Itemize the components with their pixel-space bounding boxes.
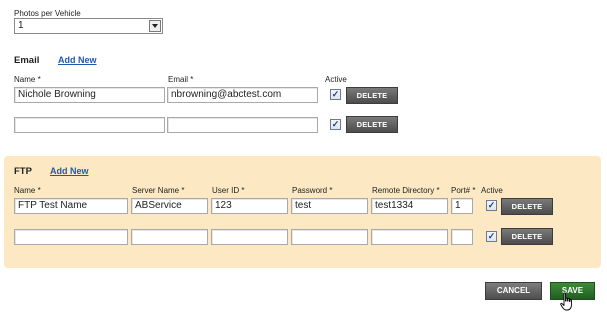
- email-active-checkbox[interactable]: ✓: [330, 119, 341, 130]
- email-address-field[interactable]: [167, 117, 318, 133]
- ftp-remote-field[interactable]: [371, 229, 448, 245]
- cancel-button[interactable]: CANCEL: [485, 282, 542, 300]
- ftp-password-field[interactable]: test: [291, 198, 368, 214]
- email-active-header: Active: [325, 75, 347, 84]
- ftp-delete-button[interactable]: DELETE: [501, 228, 553, 245]
- ftp-active-header: Active: [481, 186, 503, 195]
- chevron-down-icon[interactable]: [149, 20, 161, 32]
- checkmark-icon: ✓: [331, 119, 340, 129]
- ftp-name-header: Name *: [14, 186, 41, 195]
- ftp-add-new-link[interactable]: Add New: [50, 166, 89, 176]
- email-name-field[interactable]: [14, 117, 165, 133]
- ftp-server-header: Server Name *: [132, 186, 185, 195]
- checkmark-icon: ✓: [487, 231, 496, 241]
- checkmark-icon: ✓: [487, 200, 496, 210]
- email-delete-button[interactable]: DELETE: [346, 116, 398, 133]
- ftp-password-field[interactable]: [291, 229, 368, 245]
- ftp-active-checkbox[interactable]: ✓: [486, 231, 497, 242]
- ftp-delete-button[interactable]: DELETE: [501, 198, 553, 215]
- checkmark-icon: ✓: [331, 89, 340, 99]
- photos-per-vehicle-select[interactable]: 1: [14, 18, 163, 34]
- email-active-checkbox[interactable]: ✓: [330, 89, 341, 100]
- ftp-port-field[interactable]: 1: [451, 198, 473, 214]
- email-name-field[interactable]: Nichole Browning: [14, 87, 165, 103]
- email-delete-button[interactable]: DELETE: [346, 87, 398, 104]
- ftp-user-field[interactable]: 123: [211, 198, 288, 214]
- email-address-field[interactable]: nbrowning@abctest.com: [167, 87, 318, 103]
- ftp-user-header: User ID *: [212, 186, 245, 195]
- email-add-new-link[interactable]: Add New: [58, 55, 97, 65]
- email-name-header: Name *: [14, 75, 41, 84]
- ftp-port-field[interactable]: [451, 229, 473, 245]
- photos-per-vehicle-value: 1: [18, 20, 24, 31]
- hand-pointer-icon: [560, 292, 572, 311]
- ftp-server-field[interactable]: ABService: [131, 198, 208, 214]
- ftp-server-field[interactable]: [131, 229, 208, 245]
- ftp-active-checkbox[interactable]: ✓: [486, 200, 497, 211]
- email-section-title: Email: [14, 55, 40, 66]
- ftp-port-header: Port# *: [451, 186, 476, 195]
- ftp-name-field[interactable]: [14, 229, 128, 245]
- ftp-name-field[interactable]: FTP Test Name: [14, 198, 128, 214]
- ftp-remote-field[interactable]: test1334: [371, 198, 448, 214]
- email-email-header: Email *: [168, 75, 194, 84]
- ftp-remote-header: Remote Directory *: [372, 186, 440, 195]
- ftp-section-title: FTP: [14, 166, 32, 177]
- photos-per-vehicle-label: Photos per Vehicle: [14, 9, 81, 18]
- ftp-user-field[interactable]: [211, 229, 288, 245]
- ftp-password-header: Password *: [292, 186, 333, 195]
